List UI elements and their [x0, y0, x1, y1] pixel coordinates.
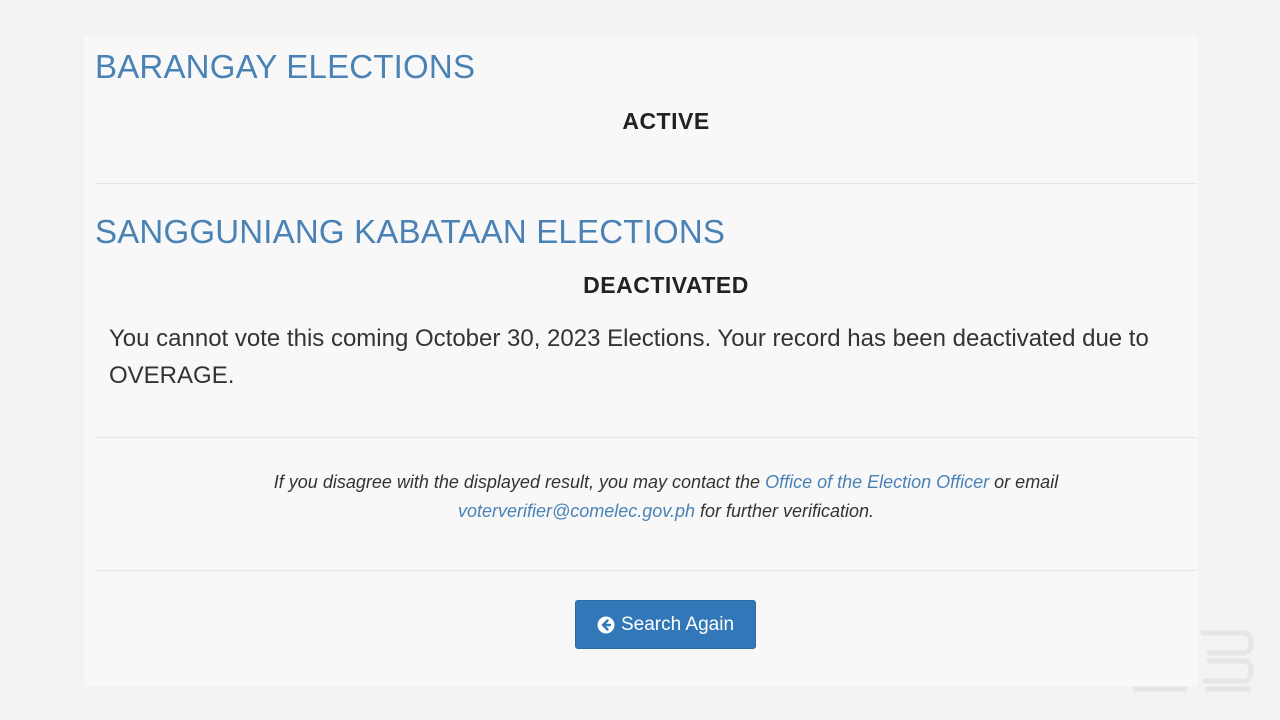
office-of-election-officer-link[interactable]: Office of the Election Officer [765, 472, 989, 492]
arrow-circle-left-icon [597, 616, 615, 634]
search-again-label: Search Again [620, 613, 735, 635]
sk-status-message: You cannot vote this coming October 30, … [109, 325, 1149, 389]
note-text-before: If you disagree with the displayed resul… [273, 472, 766, 492]
barangay-elections-title: BARANGAY ELECTIONS [95, 48, 476, 85]
divider [95, 183, 1197, 184]
barangay-status: ACTIVE [622, 108, 710, 134]
disagreement-note: If you disagree with the displayed resul… [95, 468, 1237, 526]
divider [95, 437, 1197, 438]
note-text-after: for further verification. [694, 501, 875, 521]
email-link[interactable]: voterverifier@comelec.gov.ph [458, 501, 695, 521]
divider [95, 570, 1197, 571]
search-again-button[interactable]: Search Again [575, 600, 756, 649]
watermark-logo [1132, 630, 1254, 692]
sk-status: DEACTIVATED [583, 272, 749, 298]
result-panel: BARANGAY ELECTIONS ACTIVE SANGGUNIANG KA… [84, 36, 1198, 686]
note-text-middle: or email [989, 472, 1059, 492]
sk-elections-title: SANGGUNIANG KABATAAN ELECTIONS [95, 213, 726, 250]
